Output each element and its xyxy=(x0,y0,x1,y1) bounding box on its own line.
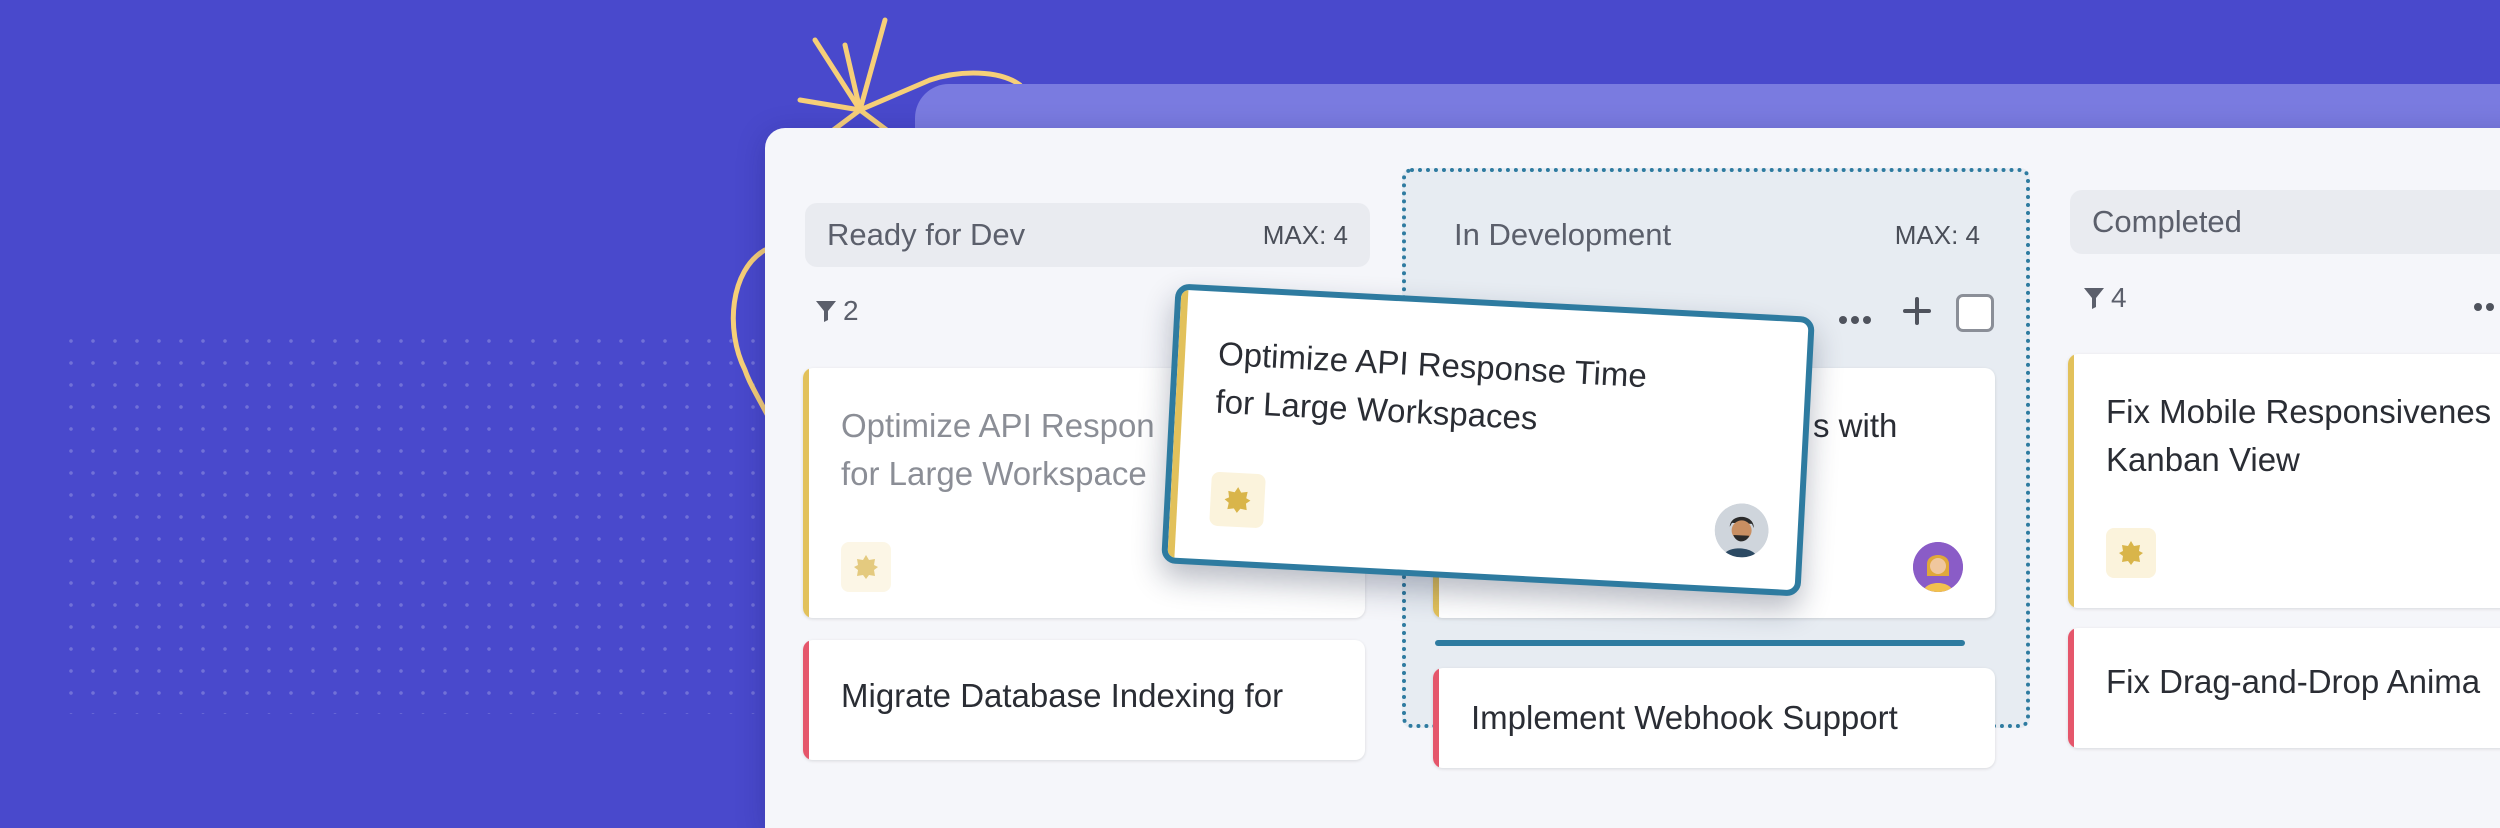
filter-count[interactable]: 2 xyxy=(815,295,859,327)
filter-count-value: 2 xyxy=(843,295,859,326)
card-title: Optimize API Response Time for Large Wor… xyxy=(1214,334,1648,437)
filter-icon xyxy=(816,301,836,322)
column-header-ready-for-dev[interactable]: Ready for Dev MAX: 4 xyxy=(805,203,1370,267)
card-title: Optimize API Respon for Large Workspace xyxy=(841,407,1155,492)
column-max-limit: MAX: 4 xyxy=(1894,219,1980,250)
column-header-completed[interactable]: Completed xyxy=(2070,190,2500,254)
badge-icon xyxy=(2119,541,2143,565)
select-checkbox[interactable] xyxy=(1956,294,1994,332)
tag-badge xyxy=(841,542,891,592)
card-title: Implement Webhook Support xyxy=(1471,699,1898,736)
badge-icon xyxy=(1224,487,1251,513)
badge-icon xyxy=(854,555,878,579)
priority-stripe xyxy=(2068,628,2074,748)
column-title: Ready for Dev xyxy=(827,217,1026,252)
priority-stripe xyxy=(1433,668,1439,768)
plus-icon[interactable] xyxy=(1902,296,1932,332)
drop-indicator xyxy=(1435,640,1965,646)
column-header-in-development[interactable]: In Development MAX: 4 xyxy=(1432,203,2002,267)
avatar[interactable] xyxy=(1913,542,1963,592)
tag-badge xyxy=(1209,471,1266,529)
more-options-icon[interactable] xyxy=(2473,284,2500,318)
card-title: Fix Drag-and-Drop Anima xyxy=(2106,663,2481,700)
task-card[interactable]: Implement Webhook Support xyxy=(1433,668,1995,768)
avatar[interactable] xyxy=(1713,502,1770,559)
task-card[interactable]: Migrate Database Indexing for xyxy=(803,640,1365,760)
card-title: s with xyxy=(1813,407,1898,444)
dragging-card[interactable]: Optimize API Response Time for Large Wor… xyxy=(1161,283,1815,597)
filter-count-value: 4 xyxy=(2111,282,2127,313)
column-max-limit: MAX: 4 xyxy=(1262,219,1348,250)
priority-stripe xyxy=(2068,354,2074,608)
priority-stripe xyxy=(803,640,809,760)
card-title: Migrate Database Indexing for xyxy=(841,677,1284,714)
more-options-icon[interactable] xyxy=(1838,297,1872,331)
filter-icon xyxy=(2084,288,2104,309)
column-title: In Development xyxy=(1454,217,1672,252)
card-title: Fix Mobile Responsivenes Kanban View xyxy=(2106,393,2492,478)
tag-badge xyxy=(2106,528,2156,578)
task-card[interactable]: Fix Mobile Responsivenes Kanban View xyxy=(2068,354,2500,608)
column-title: Completed xyxy=(2092,204,2242,239)
priority-stripe xyxy=(803,368,809,618)
filter-count[interactable]: 4 xyxy=(2083,282,2127,314)
task-card[interactable]: Fix Drag-and-Drop Anima xyxy=(2068,628,2500,748)
